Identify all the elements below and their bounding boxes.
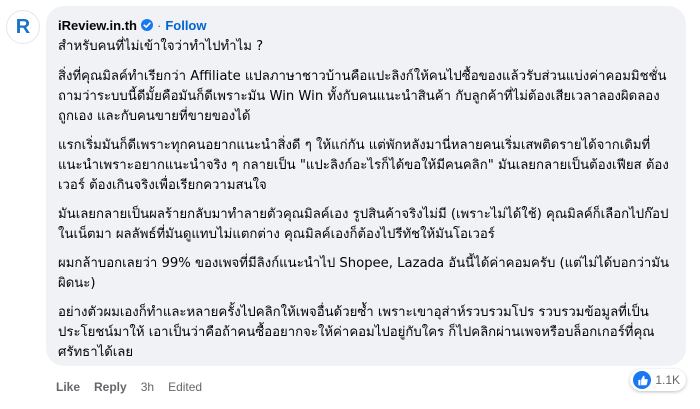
avatar[interactable]: R — [6, 10, 40, 44]
separator-dot: · — [156, 17, 162, 33]
follow-button[interactable]: Follow — [165, 18, 206, 33]
comment-actions: Like Reply 3h Edited — [56, 380, 216, 394]
like-button[interactable]: Like — [56, 380, 80, 394]
timestamp[interactable]: 3h — [141, 380, 154, 394]
comment-header: iReview.in.th · Follow — [58, 16, 674, 34]
comment-paragraph: ผมกล้าบอกเลยว่า 99% ของเพจที่มีลิงก์แนะน… — [58, 256, 670, 291]
comment-paragraph: อย่างตัวผมเองก็ทำและหลายครั้งไปคลิกให้เพ… — [58, 305, 655, 360]
comment-paragraph: แรกเริ่มมันก็ดีเพราะทุกคนอยากแนะนำสิ่งดี… — [58, 138, 669, 193]
edited-label[interactable]: Edited — [168, 380, 202, 394]
reaction-count: 1.1K — [655, 373, 680, 387]
like-icon — [633, 371, 652, 389]
comment-bubble: iReview.in.th · Follow สำหรับคนที่ไม่เข้… — [46, 6, 686, 366]
avatar-logo: R — [15, 15, 31, 38]
comment-paragraph: มันเลยกลายเป็นผลร้ายกลับมาทำลายตัวคุณมิล… — [58, 207, 669, 242]
comment-paragraph: สำหรับคนที่ไม่เข้าใจว่าทำไปทำไม ? — [58, 39, 264, 54]
reaction-summary[interactable]: 1.1K — [630, 369, 686, 391]
author-name[interactable]: iReview.in.th — [58, 18, 137, 33]
reply-button[interactable]: Reply — [94, 380, 127, 394]
verified-badge-icon — [140, 19, 153, 31]
comment-paragraph: สิ่งที่คุณมิลค์ทำเรียกว่า Affiliate แปลภ… — [58, 69, 667, 124]
